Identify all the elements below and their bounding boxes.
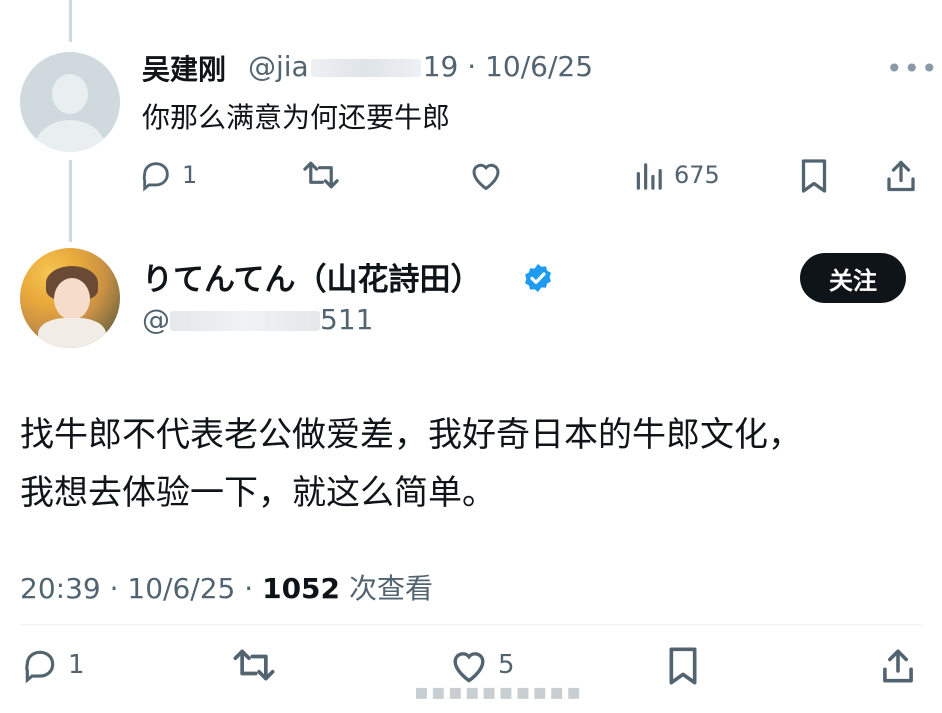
main-bookmark-button[interactable]	[666, 646, 700, 686]
main-like-button[interactable]: 5	[448, 646, 515, 684]
repost-icon	[233, 649, 275, 681]
handle-redaction	[170, 311, 320, 331]
reply-count: 1	[182, 161, 198, 189]
meta-separator: ·	[244, 572, 254, 605]
main-post-text-line: 找牛郎不代表老公做爱差，我好奇日本的牛郎文化，	[20, 415, 802, 455]
reply-date[interactable]: 10/6/25	[485, 50, 593, 83]
meta-separator: ·	[109, 572, 119, 605]
main-post-text: 找牛郎不代表老公做爱差，我好奇日本的牛郎文化， 我想去体验一下，就这么简单。	[20, 406, 920, 522]
analytics-icon	[636, 163, 662, 190]
share-icon	[887, 160, 915, 192]
thread-connector-line	[69, 160, 72, 242]
heart-icon	[453, 652, 485, 683]
main-author-name[interactable]: りてんてん（山花詩田）	[142, 254, 481, 299]
meta-separator: ·	[467, 50, 477, 83]
views-count: 1052	[262, 572, 341, 605]
main-share-button[interactable]	[880, 646, 916, 686]
main-author-handle[interactable]: @511	[142, 303, 373, 336]
main-author-avatar[interactable]	[20, 248, 120, 348]
post-timestamp-line: 20:39 · 10/6/25 · 1052 次查看	[20, 567, 433, 607]
reply-author-meta[interactable]: @jia 19 · 10/6/25	[248, 50, 593, 83]
reply-like-button[interactable]	[468, 158, 504, 192]
share-icon	[883, 649, 913, 683]
thread-connector-line	[69, 0, 72, 42]
like-count: 5	[498, 650, 515, 680]
reply-author-handle-prefix: @jia	[248, 50, 309, 83]
views-label: 次查看	[348, 572, 433, 605]
handle-redaction	[310, 59, 421, 77]
reply-reply-button[interactable]: 1	[138, 158, 197, 192]
reply-author-name[interactable]: 吴建刚	[142, 48, 226, 88]
follow-button[interactable]: 关注	[800, 253, 906, 303]
bookmark-icon	[669, 647, 697, 685]
main-reply-button[interactable]: 1	[20, 646, 85, 684]
watermark: ▪▪▪▪▪▪▪▪▪▪	[414, 680, 584, 705]
bookmark-icon	[801, 159, 827, 193]
views-count: 675	[674, 161, 720, 189]
reply-author-handle-suffix: 19	[422, 50, 459, 83]
verified-badge-icon	[525, 264, 551, 292]
post-time[interactable]: 20:39	[20, 572, 101, 605]
reply-views-button[interactable]: 675	[634, 158, 720, 192]
comment-icon	[142, 162, 169, 192]
reply-count: 1	[68, 650, 85, 680]
comment-icon	[25, 650, 55, 684]
main-author-handle-prefix: @	[142, 303, 170, 336]
reply-share-button[interactable]	[884, 158, 918, 194]
more-dots-icon[interactable]: •••	[886, 52, 939, 85]
main-repost-button[interactable]	[232, 646, 276, 684]
main-author-handle-suffix: 511	[320, 303, 374, 336]
repost-icon	[303, 161, 339, 189]
post-date[interactable]: 10/6/25	[127, 572, 235, 605]
reply-author-avatar[interactable]	[20, 52, 120, 152]
reply-repost-button[interactable]	[302, 158, 340, 192]
reply-text: 你那么满意为何还要牛郎	[142, 101, 451, 134]
main-post-text-line: 我想去体验一下，就这么简单。	[20, 473, 496, 513]
divider	[20, 624, 922, 625]
reply-bookmark-button[interactable]	[798, 158, 830, 194]
heart-icon	[472, 163, 500, 191]
